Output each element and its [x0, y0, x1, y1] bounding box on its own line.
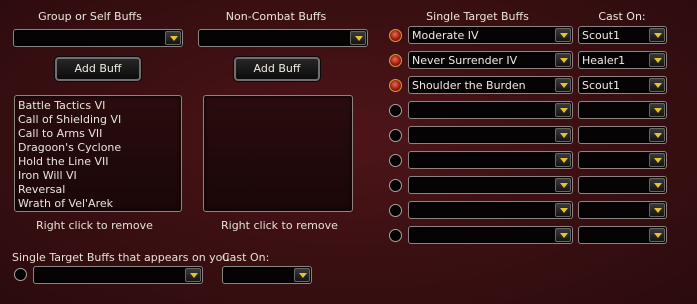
single-target-buff-value: Never Surrender IV: [412, 54, 518, 67]
on-you-radio[interactable]: [14, 268, 27, 281]
chevron-down-icon[interactable]: [185, 268, 201, 282]
on-you-buff-select[interactable]: [33, 266, 203, 284]
group-buff-list-item[interactable]: Iron Will VI: [15, 169, 181, 183]
single-target-cast-select[interactable]: Scout1: [578, 76, 667, 94]
chevron-down-icon[interactable]: [649, 228, 665, 242]
group-buff-list-item[interactable]: Hold the Line VII: [15, 155, 181, 169]
noncombat-remove-hint: Right click to remove: [221, 219, 338, 232]
group-buff-list[interactable]: Battle Tactics VI Call of Shielding VI Cal…: [14, 95, 182, 212]
group-buff-list-item[interactable]: Call of Shielding VI: [15, 113, 181, 127]
single-target-cast-select[interactable]: [578, 101, 667, 119]
chevron-down-icon[interactable]: [294, 268, 310, 282]
single-target-cast-select[interactable]: [578, 226, 667, 244]
noncombat-add-buff-button[interactable]: Add Buff: [234, 57, 320, 81]
single-target-buff-value: Moderate IV: [412, 29, 479, 42]
single-target-buff-select[interactable]: [408, 126, 573, 144]
single-target-radio[interactable]: [389, 29, 402, 42]
noncombat-buffs-header: Non-Combat Buffs: [225, 10, 327, 23]
chevron-down-icon[interactable]: [555, 78, 571, 92]
single-target-cast-select[interactable]: [578, 126, 667, 144]
single-target-buff-value: Shoulder the Burden: [412, 79, 526, 92]
single-target-radio[interactable]: [389, 179, 402, 192]
single-target-cast-value: Scout1: [582, 29, 621, 42]
chevron-down-icon[interactable]: [555, 53, 571, 67]
group-buff-select[interactable]: [13, 29, 183, 47]
group-buff-list-item[interactable]: Battle Tactics VI: [15, 99, 181, 113]
chevron-down-icon[interactable]: [649, 178, 665, 192]
chevron-down-icon[interactable]: [555, 28, 571, 42]
single-target-buff-select[interactable]: Never Surrender IV: [408, 51, 573, 69]
chevron-down-icon[interactable]: [555, 103, 571, 117]
chevron-down-icon[interactable]: [555, 153, 571, 167]
single-target-buff-select[interactable]: [408, 101, 573, 119]
chevron-down-icon[interactable]: [649, 78, 665, 92]
chevron-down-icon[interactable]: [350, 31, 366, 45]
single-target-cast-value: Healer1: [582, 54, 626, 67]
chevron-down-icon[interactable]: [649, 28, 665, 42]
single-target-radio[interactable]: [389, 204, 402, 217]
single-target-cast-select[interactable]: Scout1: [578, 26, 667, 44]
single-target-radio[interactable]: [389, 129, 402, 142]
noncombat-buff-select[interactable]: [198, 29, 368, 47]
chevron-down-icon[interactable]: [555, 228, 571, 242]
chevron-down-icon[interactable]: [649, 153, 665, 167]
single-target-radio[interactable]: [389, 79, 402, 92]
group-buffs-header: Group or Self Buffs: [38, 10, 142, 23]
cast-on-header: Cast On:: [598, 10, 646, 23]
chevron-down-icon[interactable]: [649, 203, 665, 217]
single-target-radio[interactable]: [389, 54, 402, 67]
group-buff-list-item[interactable]: Call to Arms VII: [15, 127, 181, 141]
on-you-cast-select[interactable]: [222, 266, 312, 284]
single-target-cast-value: Scout1: [582, 79, 621, 92]
single-target-cast-select[interactable]: [578, 151, 667, 169]
single-target-buff-select[interactable]: [408, 151, 573, 169]
single-target-radio[interactable]: [389, 104, 402, 117]
single-target-radio[interactable]: [389, 229, 402, 242]
single-target-cast-select[interactable]: [578, 201, 667, 219]
group-buff-list-item[interactable]: Wrath of Vel'Arek: [15, 197, 181, 211]
chevron-down-icon[interactable]: [649, 128, 665, 142]
chevron-down-icon[interactable]: [555, 203, 571, 217]
on-you-cast-on-label: Cast On:: [222, 251, 270, 264]
single-target-buff-select[interactable]: [408, 176, 573, 194]
single-target-buffs-header: Single Target Buffs: [426, 10, 529, 23]
single-target-buff-select[interactable]: [408, 201, 573, 219]
group-buff-list-item[interactable]: Dragoon's Cyclone: [15, 141, 181, 155]
single-target-cast-select[interactable]: Healer1: [578, 51, 667, 69]
single-target-buff-select[interactable]: Shoulder the Burden: [408, 76, 573, 94]
noncombat-buff-list[interactable]: [203, 95, 353, 212]
chevron-down-icon[interactable]: [165, 31, 181, 45]
chevron-down-icon[interactable]: [649, 53, 665, 67]
on-you-label: Single Target Buffs that appears on you: [12, 251, 230, 264]
single-target-buff-select[interactable]: [408, 226, 573, 244]
group-buff-list-item[interactable]: Reversal: [15, 183, 181, 197]
single-target-radio[interactable]: [389, 154, 402, 167]
chevron-down-icon[interactable]: [555, 128, 571, 142]
group-remove-hint: Right click to remove: [36, 219, 153, 232]
chevron-down-icon[interactable]: [649, 103, 665, 117]
group-add-buff-button[interactable]: Add Buff: [55, 57, 141, 81]
single-target-cast-select[interactable]: [578, 176, 667, 194]
chevron-down-icon[interactable]: [555, 178, 571, 192]
single-target-buff-select[interactable]: Moderate IV: [408, 26, 573, 44]
